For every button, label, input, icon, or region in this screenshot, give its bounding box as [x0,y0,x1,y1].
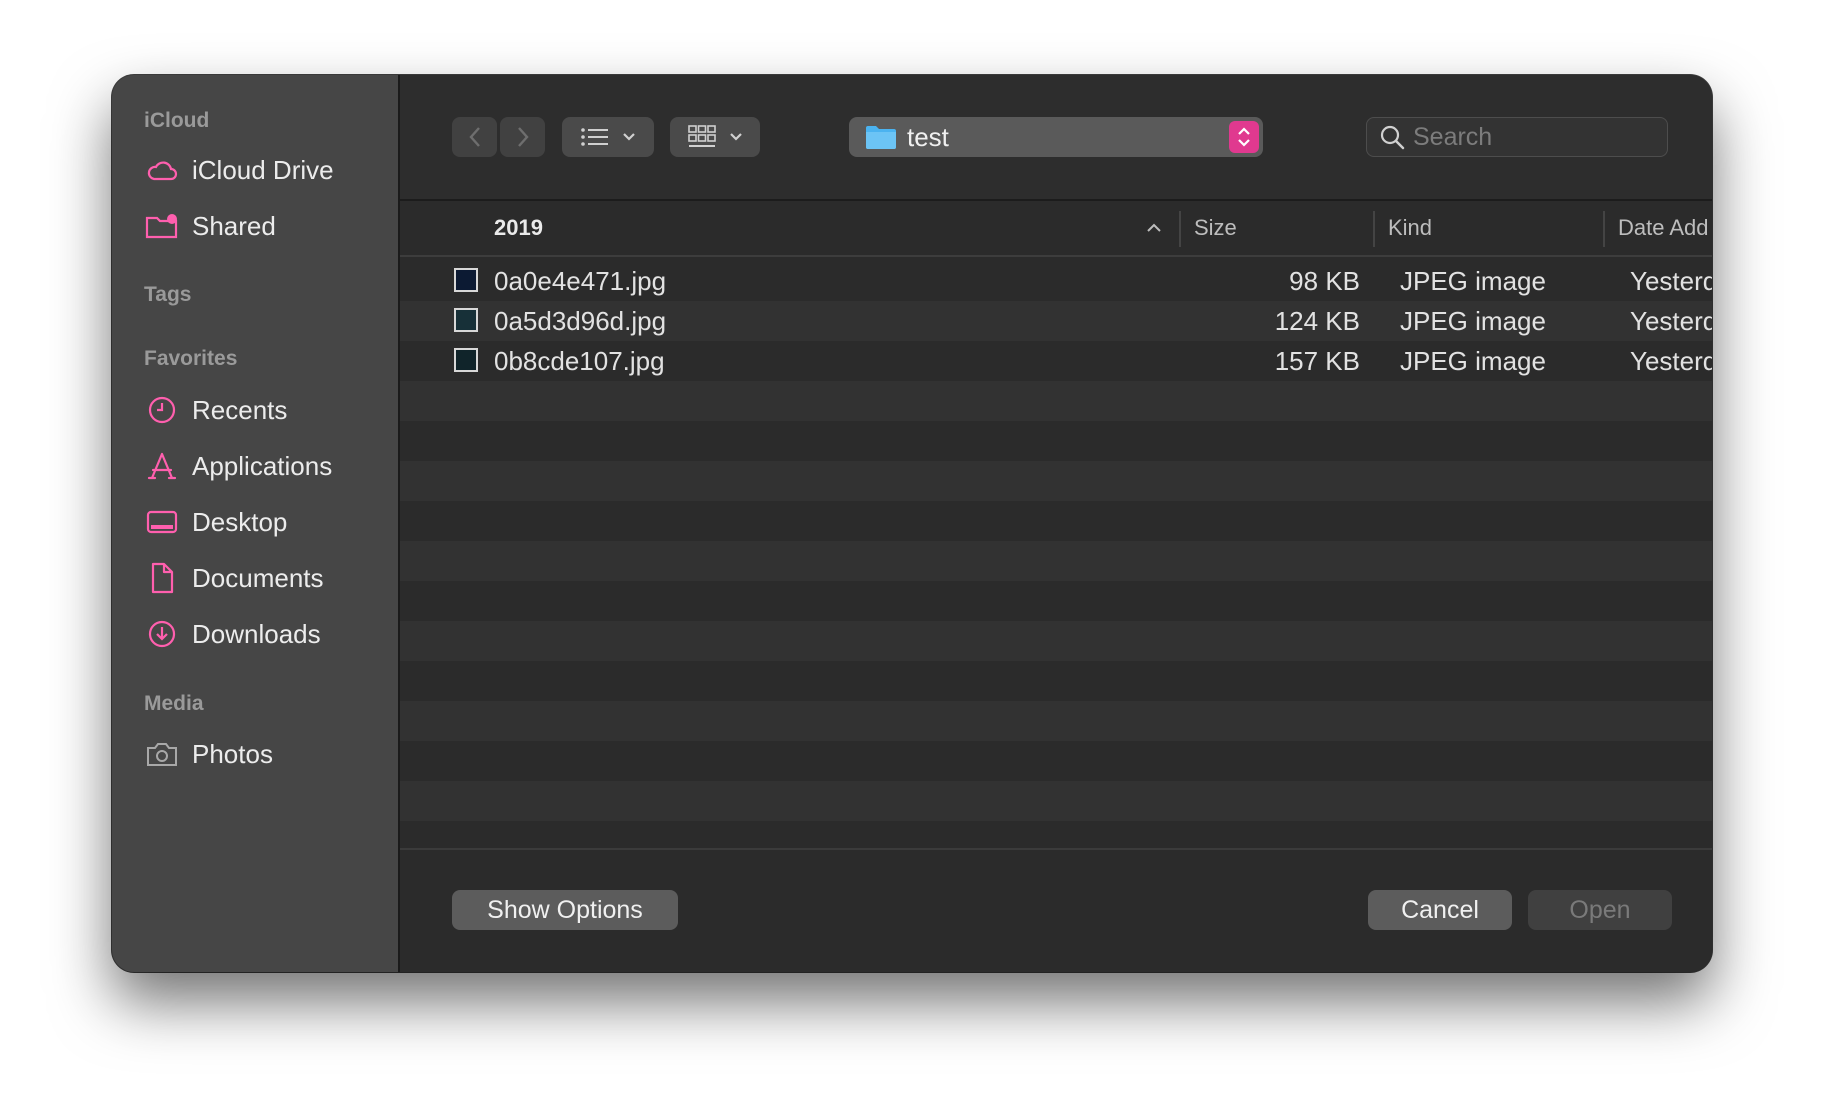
file-date-added: Yesterda [1630,306,1712,336]
image-thumbnail-icon [454,348,478,372]
toolbar: test [400,75,1712,201]
file-name: 0a5d3d96d.jpg [494,306,667,336]
file-browser: test 2019 Size Kind Date Add 0a0e [400,75,1712,972]
column-header-name[interactable]: 2019 [494,201,543,255]
sidebar-heading-icloud: iCloud [144,109,210,132]
dialog-footer: Show Options Cancel Open [400,848,1712,972]
sidebar-item-photos[interactable]: Photos [144,734,384,774]
sidebar-item-documents[interactable]: Documents [144,558,384,598]
view-mode-button[interactable] [562,117,654,157]
show-options-button[interactable]: Show Options [452,890,678,930]
column-divider [1603,211,1605,247]
file-list: 0a0e4e471.jpg 98 KB JPEG image Yesterda … [400,257,1712,825]
sidebar-item-recents[interactable]: Recents [144,390,384,430]
file-size: 124 KB [1274,306,1360,336]
empty-row [400,701,1712,741]
chevron-down-icon [623,133,635,141]
image-thumbnail-icon [454,308,478,332]
sidebar-item-label: Desktop [192,506,288,537]
chevron-down-icon [730,133,742,141]
clock-icon [144,392,180,428]
forward-button[interactable] [500,117,545,157]
sidebar-item-label: Shared [192,210,276,241]
sidebar-item-label: Downloads [192,618,321,649]
column-header-size[interactable]: Size [1194,201,1237,255]
file-kind: JPEG image [1400,266,1546,296]
table-row[interactable]: 0b8cde107.jpg 157 KB JPEG image Yesterda [400,341,1712,381]
sidebar-heading-tags: Tags [144,283,192,306]
open-button[interactable]: Open [1528,890,1672,930]
image-thumbnail-icon [454,268,478,292]
table-row[interactable]: 0a0e4e471.jpg 98 KB JPEG image Yesterda [400,261,1712,301]
sidebar-item-applications[interactable]: Applications [144,446,384,486]
file-size: 98 KB [1289,266,1360,296]
cancel-button[interactable]: Cancel [1368,890,1512,930]
applications-icon [144,448,180,484]
file-date-added: Yesterda [1630,346,1712,376]
sidebar-item-icloud-drive[interactable]: iCloud Drive [144,150,384,190]
empty-row [400,781,1712,821]
empty-row [400,461,1712,501]
file-size: 157 KB [1274,346,1360,376]
location-label: test [907,121,949,152]
search-field[interactable] [1366,117,1668,157]
sidebar-item-label: Recents [192,394,288,425]
location-stepper[interactable] [1229,121,1259,153]
sidebar-item-desktop[interactable]: Desktop [144,502,384,542]
open-file-dialog: iCloud iCloud Drive Shared Tags Favorite… [112,75,1712,972]
document-icon [144,560,180,596]
chevron-right-icon [517,127,529,147]
empty-row [400,621,1712,661]
desktop-icon [144,504,180,540]
folder-icon [866,126,896,149]
column-divider [1373,211,1375,247]
column-header-date-added[interactable]: Date Add [1618,201,1709,255]
camera-icon [144,736,180,772]
column-header-kind[interactable]: Kind [1388,201,1432,255]
up-down-chevron-icon [1238,127,1250,147]
sidebar-heading-media: Media [144,692,204,715]
shared-folder-icon [144,208,180,244]
sidebar-item-label: Documents [192,562,324,593]
file-kind: JPEG image [1400,306,1546,336]
file-kind: JPEG image [1400,346,1546,376]
sort-ascending-icon [1147,223,1161,232]
group-button[interactable] [670,117,760,157]
cloud-icon [144,152,180,188]
sidebar-item-downloads[interactable]: Downloads [144,614,384,654]
sidebar-item-label: iCloud Drive [192,154,334,185]
list-view-icon [581,128,608,146]
column-divider [1179,211,1181,247]
file-name: 0b8cde107.jpg [494,346,665,376]
sidebar-heading-favorites: Favorites [144,347,238,370]
sidebar: iCloud iCloud Drive Shared Tags Favorite… [112,75,400,972]
location-popup[interactable]: test [849,117,1263,157]
column-header-row: 2019 Size Kind Date Add [400,201,1712,257]
download-icon [144,616,180,652]
sidebar-item-label: Photos [192,738,273,769]
file-date-added: Yesterda [1630,266,1712,296]
sidebar-item-shared[interactable]: Shared [144,206,384,246]
chevron-left-icon [468,127,480,147]
back-button[interactable] [452,117,497,157]
empty-row [400,381,1712,421]
search-input[interactable] [1411,121,1645,153]
table-row[interactable]: 0a5d3d96d.jpg 124 KB JPEG image Yesterda [400,301,1712,341]
grid-view-icon [688,125,716,147]
sidebar-item-label: Applications [192,450,333,481]
file-name: 0a0e4e471.jpg [494,266,667,296]
empty-row [400,541,1712,581]
search-icon [1380,125,1405,150]
